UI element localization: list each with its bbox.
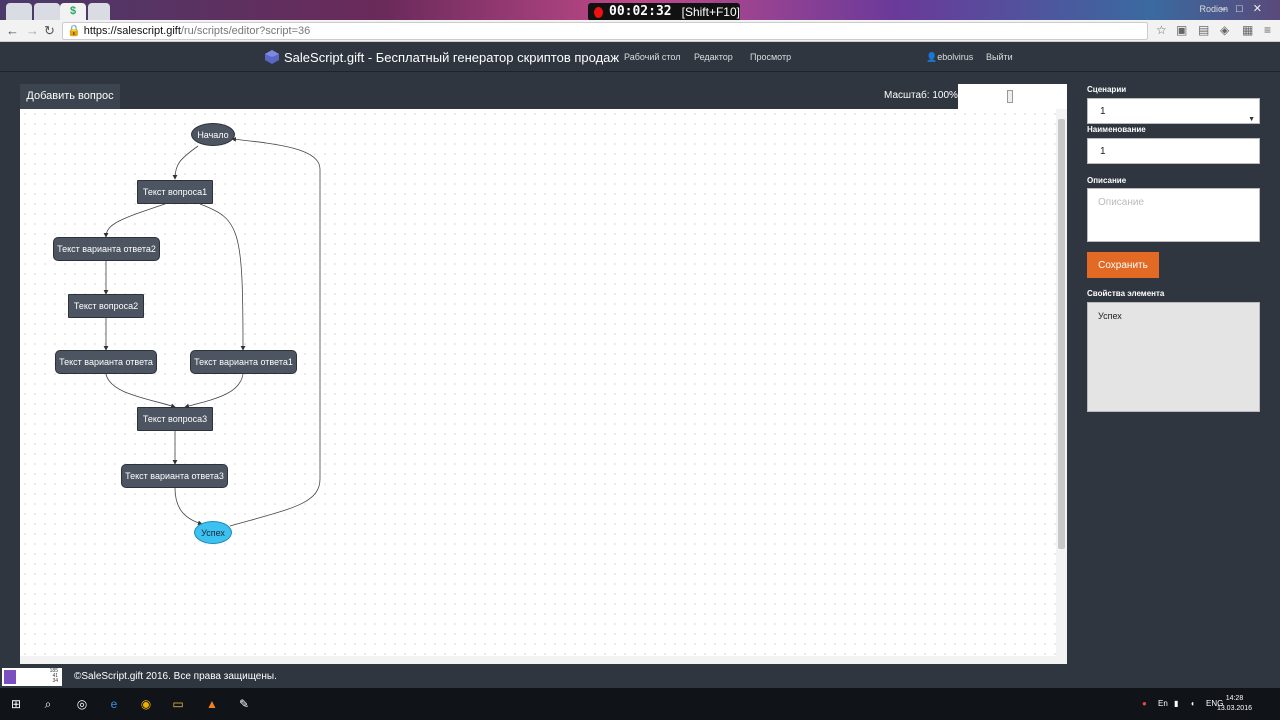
nav-dashboard[interactable]: Рабочий стол	[624, 52, 681, 62]
user-menu[interactable]: 👤ebolvirus	[926, 52, 973, 63]
lock-icon: 🔒	[67, 25, 81, 37]
username: ebolvirus	[937, 52, 974, 62]
edge	[184, 373, 244, 409]
flow-node-start[interactable]: Начало	[191, 123, 235, 146]
reload-icon[interactable]: ↻	[44, 23, 55, 39]
task-view-icon[interactable]: ◎	[74, 696, 90, 712]
logout-link[interactable]: Выйти	[986, 52, 1013, 62]
menu-icon[interactable]: ≡	[1264, 23, 1271, 37]
edge	[174, 487, 203, 526]
edge	[103, 203, 166, 238]
recording-time: 00:02:32	[609, 4, 672, 19]
name-label: Наименование	[1087, 125, 1146, 134]
os-taskbar: ⊞ ⌕ ◎ e ◉ ▭ ▲ ✎ ● En ▮ ◖ ENG 14:28 13.03…	[0, 688, 1280, 720]
element-properties-label: Свойства элемента	[1087, 289, 1165, 298]
flow-node-answer[interactable]: Текст варианта ответа1	[190, 350, 297, 374]
description-label: Описание	[1087, 176, 1127, 185]
recording-indicator: 00:02:32 [Shift+F10]	[588, 3, 740, 21]
edge	[105, 373, 176, 409]
extension-icon[interactable]: ◈	[1220, 23, 1229, 37]
record-icon	[594, 6, 603, 18]
user-icon: 👤	[926, 52, 938, 62]
back-icon[interactable]: ←	[6, 23, 19, 38]
widget-value: 34	[52, 678, 58, 684]
scenario-select[interactable]: 1 ▼	[1087, 98, 1260, 124]
extension-icon[interactable]: ▣	[1176, 23, 1187, 37]
forward-icon[interactable]: →	[26, 23, 39, 38]
flow-node-success[interactable]: Успех	[194, 521, 232, 544]
extension-icon[interactable]: ▤	[1198, 23, 1209, 37]
language-tray-icon[interactable]: En	[1158, 699, 1168, 708]
vlc-icon[interactable]: ▲	[204, 696, 220, 712]
scenarios-label: Сценарии	[1087, 85, 1127, 94]
edge	[229, 137, 321, 527]
description-textarea[interactable]: Описание	[1087, 188, 1260, 242]
volume-icon[interactable]: ◖	[1190, 699, 1195, 708]
browser-tab[interactable]	[6, 3, 32, 20]
tray-icon[interactable]: ●	[1142, 699, 1147, 708]
flow-node-question[interactable]: Текст вопроса2	[68, 294, 144, 318]
canvas-horizontal-scrollbar[interactable]	[20, 656, 1056, 664]
chrome-icon[interactable]: ◉	[138, 696, 154, 712]
save-button[interactable]: Сохранить	[1087, 252, 1159, 278]
windows-start-icon[interactable]: ⊞	[8, 696, 24, 712]
window-controls[interactable]: –□✕	[1220, 2, 1272, 15]
flow-node-answer[interactable]: Текст варианта ответа3	[121, 464, 228, 488]
add-question-button[interactable]: Добавить вопрос	[20, 84, 120, 109]
flow-node-answer[interactable]: Текст варианта ответа	[55, 350, 157, 374]
flow-node-question[interactable]: Текст вопроса3	[137, 407, 213, 431]
scrollbar-thumb[interactable]	[1058, 119, 1065, 549]
zoom-label: Масштаб: 100%	[884, 90, 958, 101]
copyright-text: ©SaleScript.gift 2016. Все права защищен…	[74, 671, 277, 682]
flow-node-question[interactable]: Текст вопроса1	[137, 180, 213, 204]
edge-browser-icon[interactable]: e	[106, 696, 122, 712]
canvas-vertical-scrollbar[interactable]	[1056, 109, 1067, 664]
page-footer: 185 41 34 ©SaleScript.gift 2016. Все пра…	[0, 664, 1280, 688]
nav-editor[interactable]: Редактор	[694, 52, 733, 62]
logo-icon	[265, 50, 279, 64]
browser-tab-active[interactable]: $	[60, 3, 86, 20]
element-properties-textarea[interactable]: Успех	[1087, 302, 1260, 412]
network-icon[interactable]: ▮	[1174, 699, 1178, 708]
app-icon[interactable]: ✎	[236, 696, 252, 712]
extension-icon[interactable]: ▦	[1242, 23, 1253, 37]
new-tab-button[interactable]	[88, 3, 110, 20]
footer-widget: 185 41 34	[2, 668, 62, 686]
zoom-slider-handle[interactable]	[1007, 90, 1013, 103]
tab-favicon: $	[69, 5, 77, 17]
app-header: SaleScript.gift - Бесплатный генератор с…	[0, 42, 1280, 72]
url-field[interactable]: 🔒 https://salescript.gift/ru/scripts/edit…	[62, 22, 1148, 40]
star-icon[interactable]: ☆	[1156, 23, 1167, 37]
browser-tabstrip: $ 00:02:32 [Shift+F10] Rodion –□✕	[0, 0, 1280, 21]
search-icon[interactable]: ⌕	[40, 696, 56, 712]
clock-time: 14:28	[1225, 695, 1244, 702]
edge	[172, 145, 199, 180]
url-host: https://salescript.gift	[83, 25, 181, 37]
description-placeholder: Описание	[1098, 197, 1145, 208]
name-input[interactable]: 1	[1087, 138, 1260, 164]
address-bar-row: ← → ↻ 🔒 https://salescript.gift/ru/script…	[0, 20, 1280, 42]
widget-icon	[4, 670, 16, 684]
flow-canvas[interactable]: Начало Текст вопроса1 Текст варианта отв…	[20, 109, 1067, 664]
chevron-down-icon: ▼	[1248, 116, 1255, 123]
flow-node-answer[interactable]: Текст варианта ответа2	[53, 237, 160, 261]
brand-title[interactable]: SaleScript.gift - Бесплатный генератор с…	[284, 50, 619, 65]
clock-date: 13.03.2016	[1216, 705, 1252, 712]
zoom-slider[interactable]	[958, 84, 1067, 109]
url-path: /ru/scripts/editor?script=36	[180, 25, 311, 37]
script-editor: Добавить вопрос Масштаб: 100% Начало Тек…	[20, 84, 1067, 664]
taskbar-clock[interactable]: 14:28 13.03.2016	[1217, 694, 1252, 714]
file-explorer-icon[interactable]: ▭	[170, 696, 186, 712]
scenario-select-value: 1	[1100, 106, 1106, 117]
browser-tab[interactable]	[34, 3, 60, 20]
nav-preview[interactable]: Просмотр	[750, 52, 791, 62]
recording-hotkey: [Shift+F10]	[681, 5, 740, 19]
edge	[199, 203, 246, 351]
